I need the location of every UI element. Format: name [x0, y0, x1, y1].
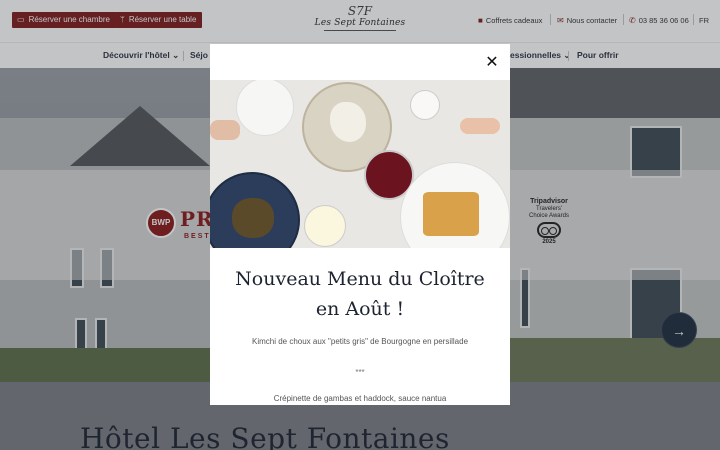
- plate: [236, 80, 294, 136]
- food: [423, 192, 479, 236]
- menu-announcement-modal: ✕ Nouveau Menu du Cloître en Août ! Kimc…: [210, 44, 510, 405]
- glass: [304, 205, 346, 247]
- hand: [460, 118, 500, 134]
- hand: [210, 120, 240, 140]
- menu-item-1: Kimchi de choux aux "petits gris" de Bou…: [251, 337, 469, 346]
- modal-title: Nouveau Menu du Cloître en Août !: [235, 268, 485, 320]
- glass: [410, 90, 440, 120]
- close-icon[interactable]: ✕: [483, 54, 501, 72]
- dishes-photo: [210, 80, 510, 248]
- menu-item-2: Crépinette de gambas et haddock, sauce n…: [273, 394, 447, 403]
- menu-separator: ***: [355, 368, 365, 377]
- food: [232, 198, 274, 238]
- food: [330, 102, 366, 142]
